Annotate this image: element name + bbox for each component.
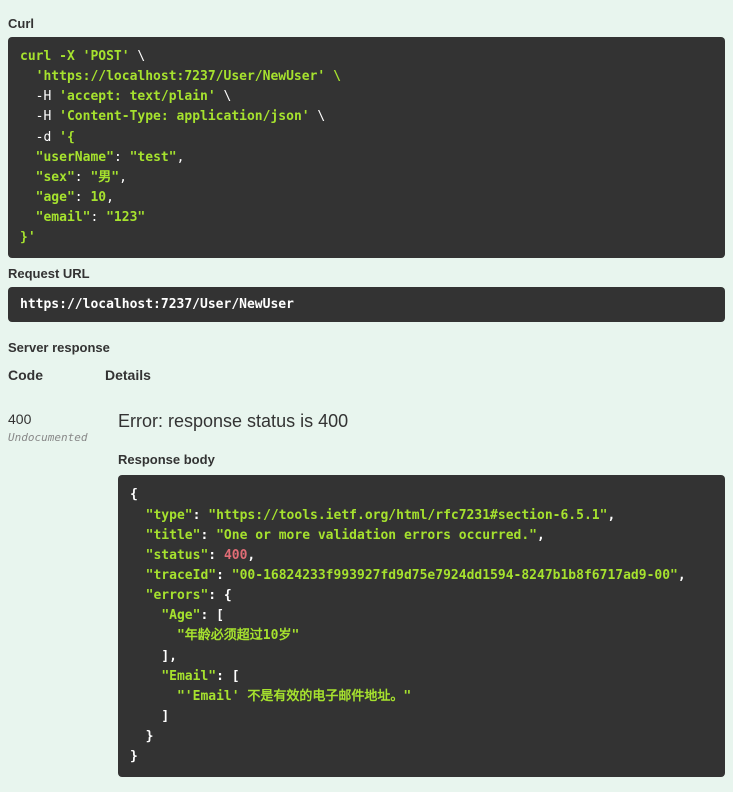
server-response-label: Server response: [8, 340, 725, 355]
curl-header-accept: 'accept: text/plain': [59, 89, 216, 104]
undocumented-label: Undocumented: [8, 431, 118, 444]
curl-label: Curl: [8, 16, 725, 31]
status-code: 400: [8, 411, 118, 427]
details-header: Details: [105, 367, 151, 383]
curl-url: 'https://localhost:7237/User/NewUser' \: [20, 69, 341, 84]
error-message: Error: response status is 400: [118, 411, 725, 432]
response-body-label: Response body: [118, 452, 725, 467]
request-url-value[interactable]: https://localhost:7237/User/NewUser: [8, 287, 725, 322]
request-url-label: Request URL: [8, 266, 725, 281]
curl-cmd: curl -X: [20, 49, 83, 64]
code-header: Code: [8, 367, 43, 383]
curl-method: 'POST': [83, 49, 130, 64]
response-body-json[interactable]: { "type": "https://tools.ietf.org/html/r…: [118, 475, 725, 777]
curl-header-content-type: 'Content-Type: application/json': [59, 109, 309, 124]
curl-code-block[interactable]: curl -X 'POST' \ 'https://localhost:7237…: [8, 37, 725, 258]
